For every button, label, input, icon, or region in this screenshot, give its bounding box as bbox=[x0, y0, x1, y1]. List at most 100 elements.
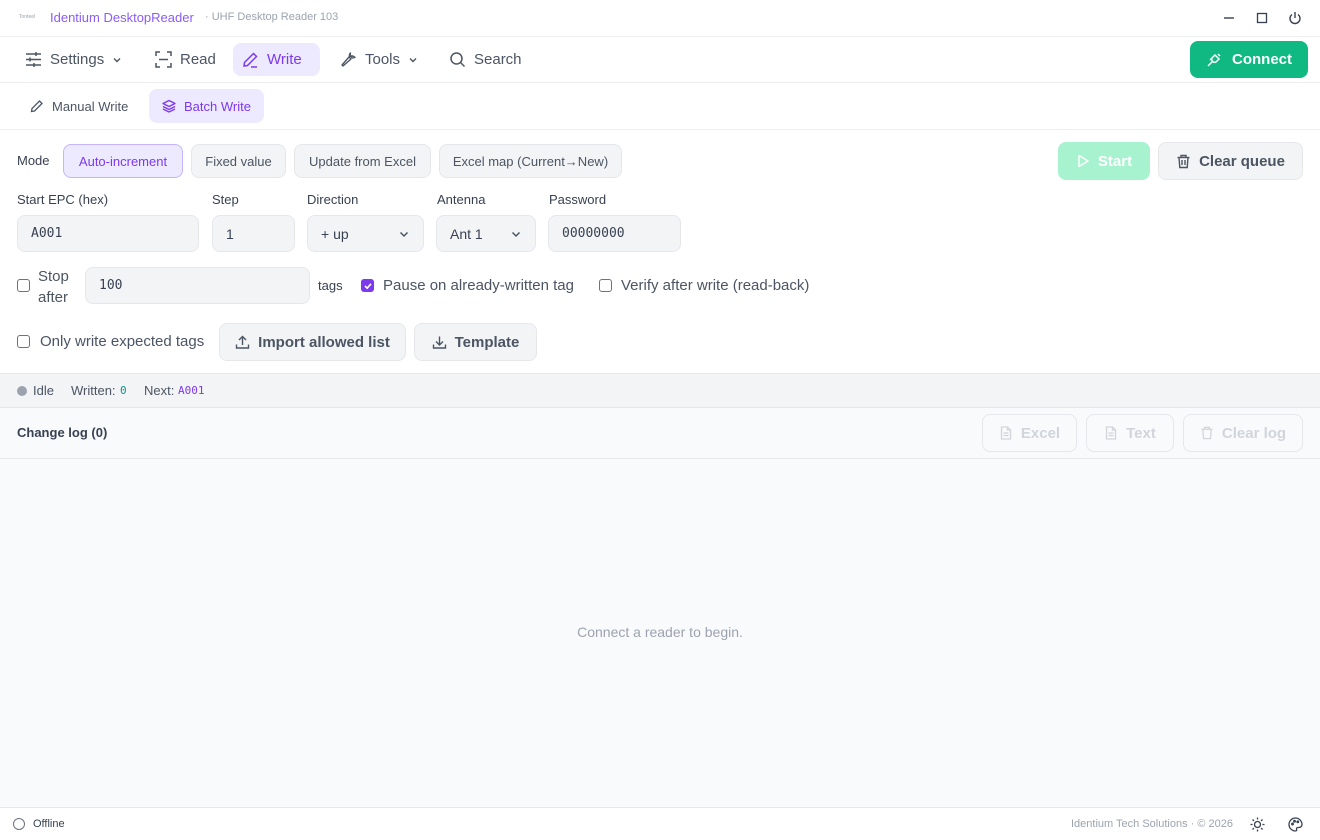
antenna-select[interactable]: Ant 1 bbox=[436, 215, 536, 252]
nav-tools[interactable]: Tools bbox=[331, 43, 427, 76]
log-empty-message: Connect a reader to begin. bbox=[577, 624, 743, 640]
only-expected-label: Only write expected tags bbox=[40, 333, 205, 350]
chevron-down-icon bbox=[399, 231, 409, 237]
import-allowed-label: Import allowed list bbox=[258, 333, 390, 351]
footer: Offline Identium Tech Solutions · © 2026 bbox=[0, 807, 1320, 840]
clear-queue-label: Clear queue bbox=[1199, 152, 1285, 170]
mode-label: Mode bbox=[17, 153, 50, 168]
chevron-down-icon bbox=[409, 57, 417, 62]
mode-fixed-value[interactable]: Fixed value bbox=[191, 144, 286, 178]
clear-queue-button[interactable]: Clear queue bbox=[1158, 142, 1303, 180]
mode-excel-map[interactable]: Excel map (Current→New) bbox=[439, 144, 622, 178]
clear-log-button[interactable]: Clear log bbox=[1183, 414, 1303, 452]
pencil-icon bbox=[243, 52, 258, 68]
connect-label: Connect bbox=[1232, 51, 1292, 68]
direction-select[interactable]: + up bbox=[307, 215, 424, 252]
power-icon[interactable] bbox=[1286, 9, 1304, 27]
export-text-label: Text bbox=[1126, 424, 1156, 442]
app-name: Identium DesktopReader bbox=[50, 10, 194, 25]
mode-update-from-excel[interactable]: Update from Excel bbox=[294, 144, 431, 178]
sliders-icon bbox=[26, 52, 41, 67]
search-icon bbox=[450, 52, 466, 68]
pencil-icon bbox=[30, 100, 43, 113]
mode-auto-increment[interactable]: Auto-increment bbox=[63, 144, 183, 178]
step-label: Step bbox=[212, 192, 239, 207]
nav-settings-label: Settings bbox=[50, 51, 105, 68]
tab-batch-write[interactable]: Batch Write bbox=[149, 89, 264, 123]
change-log-header: Change log (0) Excel Text Clear log bbox=[0, 408, 1320, 459]
export-excel-button[interactable]: Excel bbox=[982, 414, 1077, 452]
pause-on-written-checkbox[interactable] bbox=[361, 279, 374, 292]
chevron-down-icon bbox=[113, 57, 121, 62]
password-label: Password bbox=[549, 192, 607, 207]
file-text-icon bbox=[1105, 426, 1117, 440]
export-text-button[interactable]: Text bbox=[1086, 414, 1174, 452]
template-button[interactable]: Template bbox=[414, 323, 537, 361]
stop-after-label-line1: Stop bbox=[38, 268, 69, 285]
stop-after-input[interactable]: 100 bbox=[85, 267, 310, 304]
plug-icon bbox=[1207, 52, 1221, 67]
nav-search[interactable]: Search bbox=[440, 43, 531, 76]
upload-icon bbox=[235, 335, 250, 349]
next-label: Next: bbox=[144, 383, 175, 398]
template-label: Template bbox=[454, 333, 520, 351]
nav-settings[interactable]: Settings bbox=[16, 43, 131, 76]
status-bar: Idle Written: 0 Next: A001 bbox=[0, 373, 1320, 408]
verify-after-write-label: Verify after write (read-back) bbox=[621, 277, 810, 294]
play-icon bbox=[1078, 154, 1089, 168]
only-expected-checkbox[interactable] bbox=[17, 335, 30, 348]
import-allowed-button[interactable]: Import allowed list bbox=[219, 323, 406, 361]
sun-icon[interactable] bbox=[1250, 817, 1265, 832]
tab-manual-write[interactable]: Manual Write bbox=[17, 89, 141, 123]
nav-read-label: Read bbox=[180, 51, 216, 68]
stop-after-label: Stop after bbox=[38, 266, 78, 308]
app-subtitle: · UHF Desktop Reader 103 bbox=[205, 11, 339, 23]
download-icon bbox=[432, 336, 446, 349]
connection-status: Offline bbox=[33, 818, 65, 830]
palette-icon[interactable] bbox=[1288, 817, 1303, 832]
chevron-down-icon bbox=[511, 231, 521, 237]
trash-icon bbox=[1177, 154, 1190, 168]
export-excel-label: Excel bbox=[1020, 424, 1061, 442]
trash-icon bbox=[1201, 426, 1213, 440]
start-label: Start bbox=[1097, 152, 1133, 170]
stop-after-label-line2: after bbox=[38, 289, 69, 306]
main-nav: Settings Read Write Tools Search Connect bbox=[0, 37, 1320, 83]
tab-batch-write-label: Batch Write bbox=[184, 98, 251, 114]
nav-write-label: Write bbox=[267, 51, 302, 68]
scan-icon bbox=[155, 51, 172, 68]
pause-on-written-label: Pause on already-written tag bbox=[383, 277, 574, 294]
tab-manual-write-label: Manual Write bbox=[52, 98, 129, 114]
nav-tools-label: Tools bbox=[365, 51, 401, 68]
check-icon bbox=[363, 282, 372, 289]
maximize-icon[interactable] bbox=[1253, 9, 1271, 27]
antenna-label: Antenna bbox=[437, 192, 486, 207]
connect-button[interactable]: Connect bbox=[1190, 41, 1308, 78]
nav-read[interactable]: Read bbox=[146, 43, 225, 76]
written-value: 0 bbox=[120, 384, 127, 397]
layers-icon bbox=[162, 99, 176, 113]
direction-value: + up bbox=[321, 225, 349, 242]
nav-write[interactable]: Write bbox=[233, 43, 320, 76]
status-state: Idle bbox=[33, 383, 54, 398]
start-epc-input[interactable]: A001 bbox=[17, 215, 199, 252]
stop-after-unit: tags bbox=[318, 278, 343, 293]
copyright: Identium Tech Solutions · © 2026 bbox=[1071, 818, 1233, 830]
minimize-icon[interactable] bbox=[1220, 9, 1238, 27]
wrench-icon bbox=[341, 52, 356, 67]
change-log-panel: Change log (0) Excel Text Clear log Conn… bbox=[0, 408, 1320, 807]
antenna-value: Ant 1 bbox=[450, 225, 483, 242]
status-dot bbox=[17, 386, 27, 396]
nav-search-label: Search bbox=[474, 51, 522, 68]
direction-label: Direction bbox=[307, 192, 359, 207]
clear-log-label: Clear log bbox=[1221, 424, 1287, 442]
start-button[interactable]: Start bbox=[1058, 142, 1150, 180]
change-log-title: Change log (0) bbox=[17, 425, 108, 440]
title-bar: Tonteel Identium DesktopReader · UHF Des… bbox=[0, 0, 1320, 37]
step-input[interactable]: 1 bbox=[212, 215, 295, 252]
verify-after-write-checkbox[interactable] bbox=[599, 279, 612, 292]
stop-after-checkbox[interactable] bbox=[17, 279, 30, 292]
connection-status-icon bbox=[13, 818, 25, 830]
password-input[interactable]: 00000000 bbox=[548, 215, 681, 252]
start-epc-label: Start EPC (hex) bbox=[17, 192, 109, 207]
